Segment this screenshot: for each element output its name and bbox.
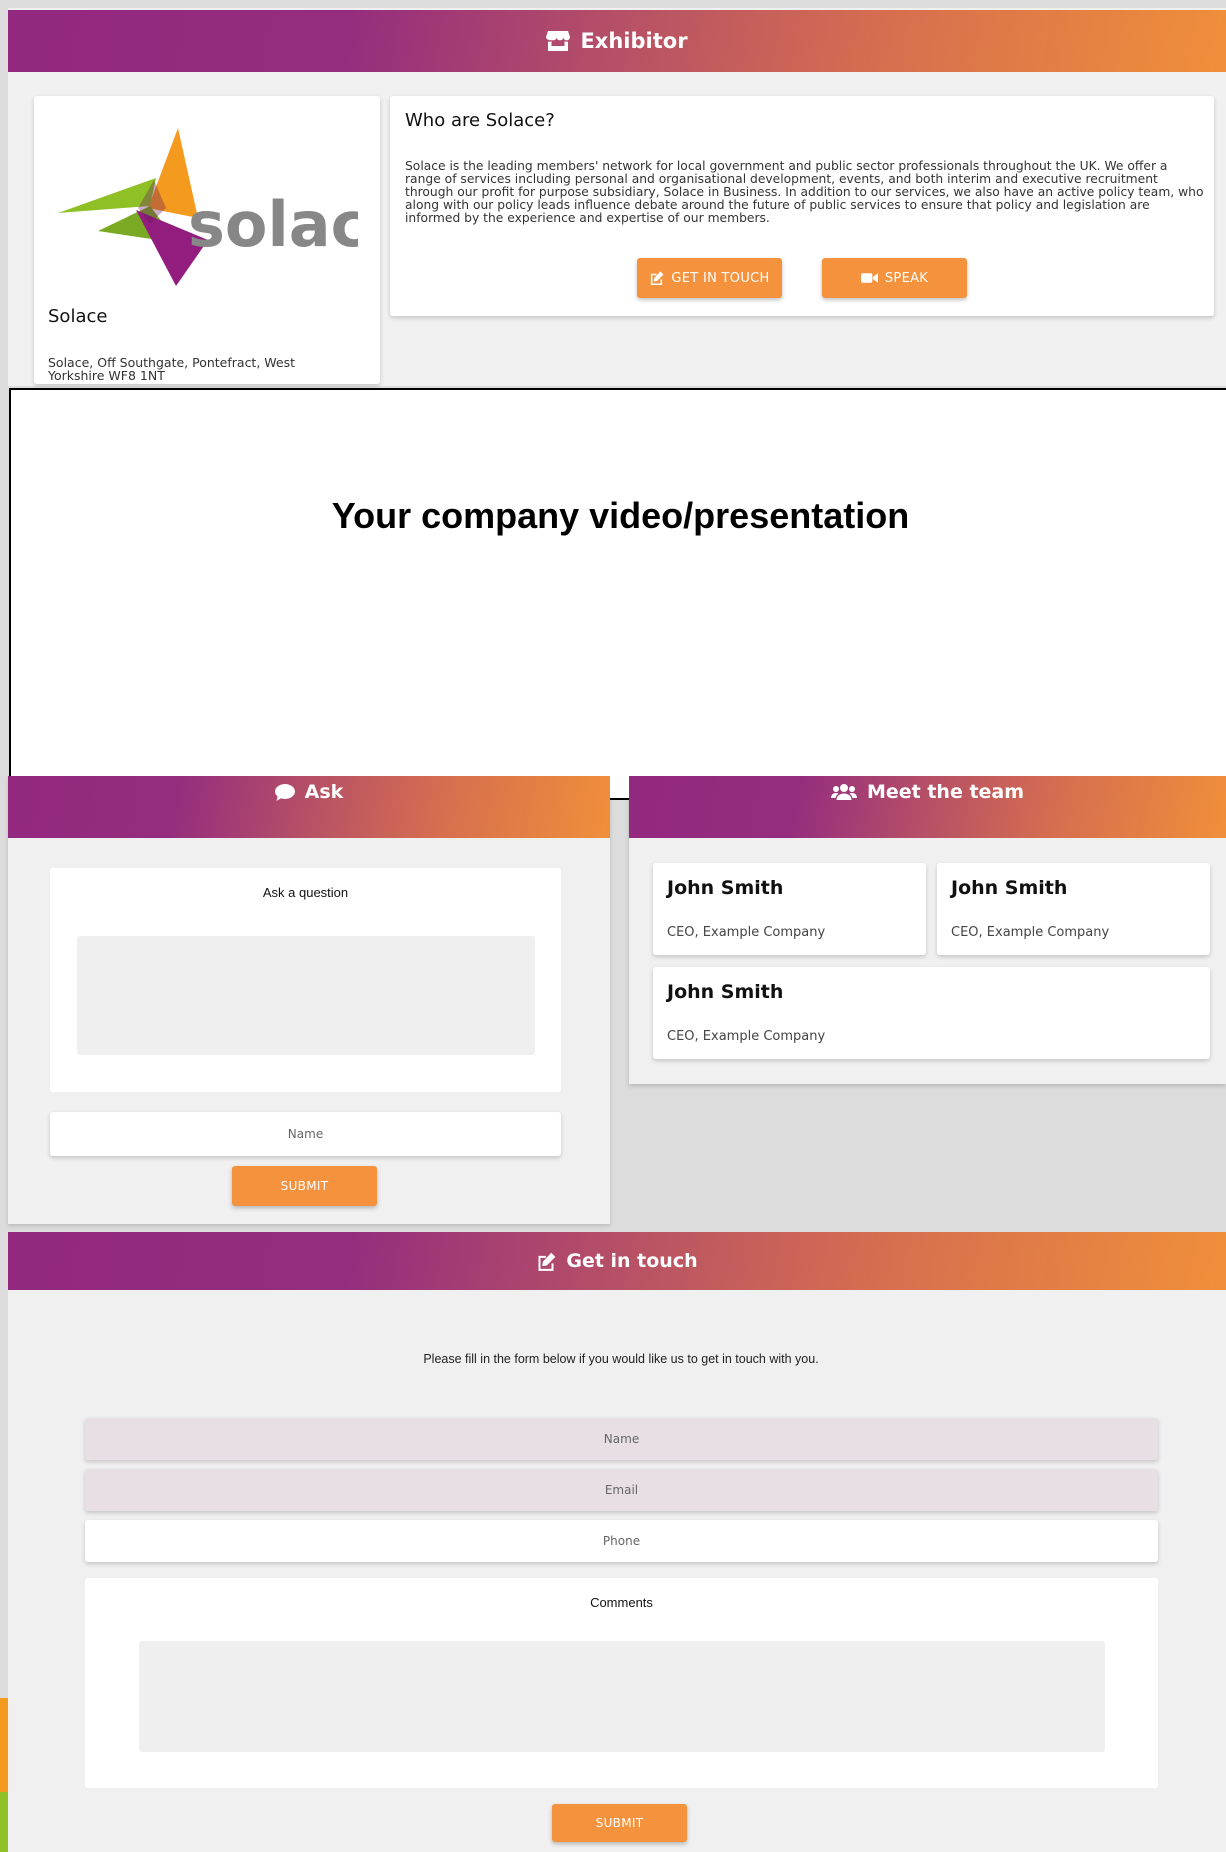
ask-submit-button[interactable]: SUBMIT xyxy=(232,1166,377,1206)
logo-wordmark: solace xyxy=(188,188,358,261)
company-name: Solace xyxy=(48,306,108,327)
team-title: Meet the team xyxy=(866,781,1025,803)
about-text: Solace is the leading members' network f… xyxy=(405,159,1204,225)
comment-icon xyxy=(274,783,295,801)
company-logo: solace xyxy=(58,128,358,286)
ask-name-input[interactable]: Name xyxy=(50,1112,561,1156)
logo-edge-fragment xyxy=(0,1792,8,1852)
get-in-touch-button[interactable]: GET IN TOUCH xyxy=(637,258,782,298)
users-icon xyxy=(830,784,857,800)
logo-edge-fragment xyxy=(0,1698,8,1792)
speak-button[interactable]: SPEAK xyxy=(822,258,967,298)
edit-icon xyxy=(538,1252,556,1271)
company-card: solace Solace Solace, Off Southgate, Pon… xyxy=(34,96,380,384)
contact-comments-label: Comments xyxy=(590,1595,653,1610)
ask-question-label: Ask a question xyxy=(262,885,349,900)
team-member-name: John Smith xyxy=(667,981,784,1003)
contact-name-input[interactable]: Name xyxy=(85,1418,1158,1460)
team-member-role: CEO, Example Company xyxy=(667,1029,826,1044)
edit-icon xyxy=(651,271,664,285)
contact-comments-card: Comments xyxy=(85,1578,1158,1788)
contact-submit-label: SUBMIT xyxy=(595,1816,644,1830)
team-member-card[interactable]: John Smith CEO, Example Company xyxy=(653,863,926,955)
video-placeholder-text: Your company video/presentation xyxy=(331,495,910,536)
contact-title: Get in touch xyxy=(566,1250,698,1272)
get-in-touch-label: GET IN TOUCH xyxy=(671,270,770,286)
store-icon xyxy=(546,31,571,51)
team-header: Meet the team xyxy=(629,776,1226,838)
company-address: Solace, Off Southgate, Pontefract, West … xyxy=(48,355,296,383)
contact-email-placeholder: Email xyxy=(604,1483,639,1497)
ask-name-placeholder: Name xyxy=(287,1127,324,1141)
exhibitor-title: Exhibitor xyxy=(580,29,688,53)
ask-question-textarea[interactable] xyxy=(77,936,535,1055)
contact-header: Get in touch xyxy=(8,1232,1226,1290)
contact-submit-button[interactable]: SUBMIT xyxy=(552,1804,687,1842)
about-title: Who are Solace? xyxy=(405,110,555,131)
team-member-role: CEO, Example Company xyxy=(667,925,826,940)
team-member-role: CEO, Example Company xyxy=(951,925,1110,940)
speak-label: SPEAK xyxy=(884,270,929,286)
team-member-name: John Smith xyxy=(951,877,1068,899)
video-camera-icon xyxy=(860,273,878,283)
video-placeholder[interactable]: Your company video/presentation xyxy=(9,388,1226,800)
contact-name-placeholder: Name xyxy=(603,1432,640,1446)
exhibitor-header: Exhibitor xyxy=(8,10,1226,72)
contact-comments-textarea[interactable] xyxy=(139,1641,1105,1752)
ask-submit-label: SUBMIT xyxy=(280,1179,329,1193)
contact-email-input[interactable]: Email xyxy=(85,1469,1158,1511)
ask-header: Ask xyxy=(8,776,610,838)
team-member-card[interactable]: John Smith CEO, Example Company xyxy=(937,863,1210,955)
team-member-name: John Smith xyxy=(667,877,784,899)
about-card: Who are Solace? Solace is the leading me… xyxy=(390,96,1214,316)
contact-intro: Please fill in the form below if you wou… xyxy=(423,1352,819,1366)
ask-title: Ask xyxy=(304,781,344,803)
contact-phone-placeholder: Phone xyxy=(602,1534,641,1548)
ask-question-card: Ask a question xyxy=(50,868,561,1092)
team-member-card[interactable]: John Smith CEO, Example Company xyxy=(653,967,1210,1059)
contact-phone-input[interactable]: Phone xyxy=(85,1520,1158,1562)
